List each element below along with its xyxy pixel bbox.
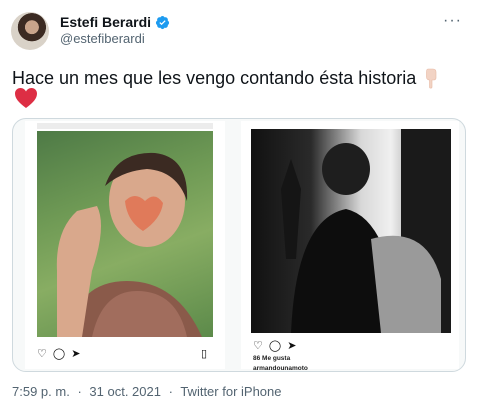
author-avatar[interactable]: [11, 12, 49, 50]
more-options-icon[interactable]: ···: [443, 12, 462, 30]
heart-outline-icon[interactable]: ♡: [37, 347, 47, 360]
comment-icon[interactable]: ◯: [269, 339, 281, 352]
meta-separator-2: ·: [168, 384, 173, 399]
post-owner-handle[interactable]: armandounamoto: [253, 365, 308, 371]
right-post-action-icons: ♡ ◯ ➤: [253, 339, 296, 352]
author-name-row[interactable]: Estefi Berardi: [60, 14, 170, 30]
tweet-date[interactable]: 31 oct. 2021: [89, 384, 161, 399]
comment-icon[interactable]: ◯: [53, 347, 65, 360]
author-handle[interactable]: @estefiberardi: [60, 31, 145, 46]
share-icon[interactable]: ➤: [287, 339, 296, 352]
heart-outline-icon[interactable]: ♡: [253, 339, 263, 352]
tweet-text: Hace un mes que les vengo contando ésta …: [12, 66, 452, 90]
woman-holding-heart-photo: [37, 131, 213, 337]
tweet-metadata: 7:59 p. m. · 31 oct. 2021 · Twitter for …: [12, 384, 285, 399]
left-post-action-icons: ♡ ◯ ➤: [37, 347, 80, 360]
likes-count: 86 Me gusta: [253, 355, 291, 362]
tweet-media[interactable]: ♡ ◯ ➤ ▯ ♡ ◯ ➤ 86 Me gusta armandounamoto: [12, 118, 466, 372]
instagram-post-left[interactable]: ♡ ◯ ➤ ▯: [25, 121, 225, 369]
bookmark-icon[interactable]: ▯: [201, 347, 207, 360]
share-icon[interactable]: ➤: [71, 347, 80, 360]
author-display-name[interactable]: Estefi Berardi: [60, 14, 151, 30]
red-heart-emoji-icon: [15, 88, 37, 108]
instagram-post-right[interactable]: ♡ ◯ ➤ 86 Me gusta armandounamoto: [241, 121, 459, 371]
verified-badge-icon: [155, 15, 170, 29]
man-sitting-photo: [251, 129, 451, 333]
pointing-down-emoji-icon: [426, 68, 437, 89]
tweet-body: Hace un mes que les vengo contando ésta …: [12, 68, 417, 88]
tweet-client[interactable]: Twitter for iPhone: [180, 384, 281, 399]
meta-separator: ·: [77, 384, 82, 399]
tweet-time[interactable]: 7:59 p. m.: [12, 384, 70, 399]
